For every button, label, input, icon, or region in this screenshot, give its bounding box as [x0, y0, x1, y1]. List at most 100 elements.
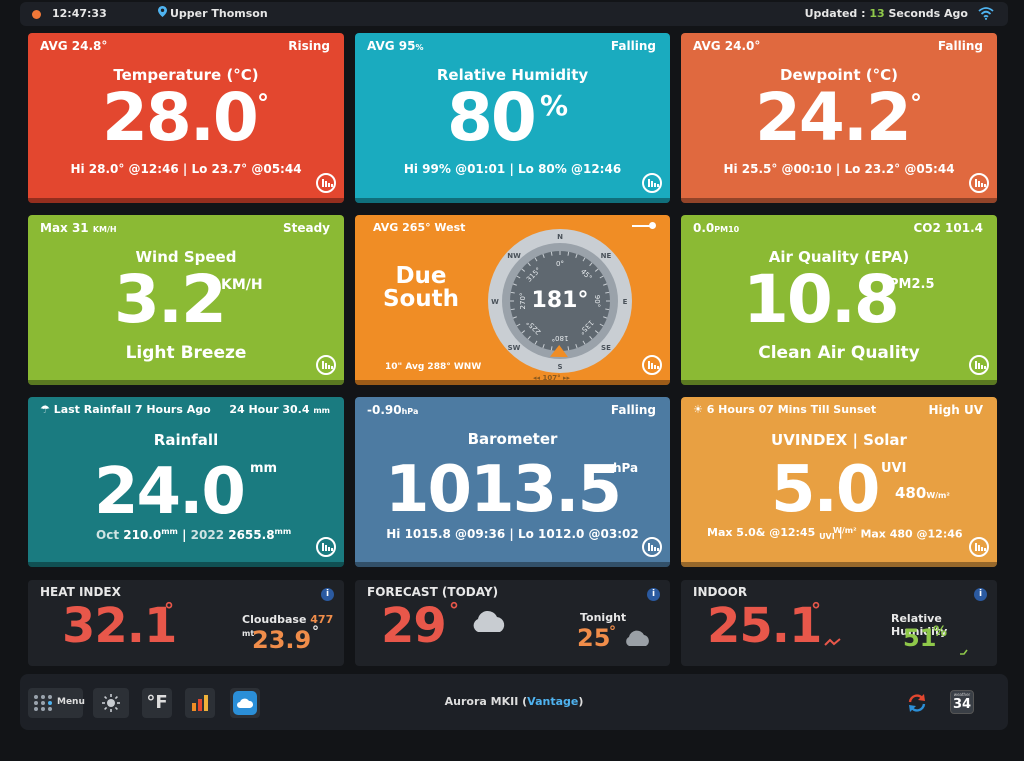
chart-icon[interactable]: [316, 537, 336, 557]
indoor-title: INDOOR: [693, 585, 748, 599]
wind-value: 3.2: [114, 261, 227, 338]
compass-tick: [605, 291, 610, 294]
chart-icon[interactable]: [969, 173, 989, 193]
wind-card[interactable]: Max 31 KM/H Steady Wind Speed 3.2 KM/H L…: [28, 215, 344, 385]
indoor-unit: °: [811, 598, 821, 622]
updated-suffix: Seconds Ago: [884, 7, 969, 20]
barometer-value: 1013.5: [385, 453, 622, 527]
chart-icon[interactable]: [642, 537, 662, 557]
air-quality-card[interactable]: 0.0PM10 CO2 101.4 Air Quality (EPA) 10.8…: [681, 215, 997, 385]
updated-seconds: 13: [869, 7, 885, 20]
chart-icon[interactable]: [642, 355, 662, 375]
chart-icon[interactable]: [642, 173, 662, 193]
forecast-title: FORECAST (TODAY): [367, 585, 499, 599]
wind-unit: KM/H: [221, 277, 263, 293]
updated-prefix: Updated :: [804, 7, 870, 20]
temperature-card[interactable]: AVG 24.8° Rising Temperature (°C) 28.0 °…: [28, 33, 344, 203]
station-model[interactable]: Vantage: [527, 695, 578, 708]
slider-knob[interactable]: [649, 222, 656, 229]
compass-tick: [567, 251, 570, 256]
temperature-hilo: Hi 28.0° @12:46 | Lo 23.7° @05:44: [70, 162, 302, 176]
location-name[interactable]: Upper Thomson: [170, 7, 268, 20]
pm10-value: 0.0: [693, 221, 715, 235]
wind-max: Max 31 KM/H: [40, 221, 117, 235]
indoor-humidity-value: 51: [903, 624, 937, 652]
heat-index-unit: °: [164, 598, 174, 622]
compass-tick: [510, 291, 515, 294]
humidity-hilo: Hi 99% @01:01 | Lo 80% @12:46: [403, 162, 622, 176]
uv-max: Max 5.0& @12:45 UVI |: [707, 526, 843, 542]
barometer-change: -0.90hPa: [367, 403, 418, 417]
heat-index-value: 32.1: [62, 598, 177, 654]
barometer-change-value: -0.90: [367, 403, 402, 417]
heat-index-title: HEAT INDEX: [40, 585, 121, 599]
air-quality-description: Clean Air Quality: [758, 343, 920, 363]
compass-tick: [605, 308, 610, 311]
compass-dial: NNEESESSWWNW0°45°90°135°180°225°270°315°…: [488, 229, 632, 373]
compass-cardinal-nw: NW: [507, 252, 521, 260]
indoor-card[interactable]: INDOOR i 25.1 ° Relative Humidity 51 %: [681, 580, 997, 666]
station-label: Aurora MKII (: [444, 695, 528, 708]
temperature-avg: AVG 24.8°: [40, 39, 108, 53]
wind-direction-card[interactable]: AVG 265° West Due South N NE E SE S SW W NW 0° 45…: [355, 215, 670, 385]
wind-gust-range: ◂◂ 107° ▸▸: [533, 374, 571, 382]
rainfall-month-label: Oct: [96, 528, 120, 542]
feels-like-value: 23.9: [252, 626, 312, 654]
refresh-icon[interactable]: [906, 692, 928, 718]
chart-icon[interactable]: [969, 355, 989, 375]
compass-tick: [567, 346, 570, 351]
wind-direction-text: Due South: [375, 265, 467, 311]
solar-max-text: Max 480 @12:46: [860, 527, 963, 541]
status-dot: [32, 10, 41, 19]
direction-line-1: Due: [395, 263, 447, 289]
tonight-temp: 25: [577, 624, 611, 652]
chart-icon[interactable]: [316, 173, 336, 193]
pm10: 0.0PM10: [693, 221, 739, 235]
info-icon[interactable]: i: [647, 588, 660, 601]
compass-cardinal-n: N: [557, 233, 563, 241]
barometer-card[interactable]: -0.90hPa Falling Barometer 1013.5 hPa Hi…: [355, 397, 670, 567]
direction-line-2: South: [382, 286, 460, 312]
rainfall-card[interactable]: ☂ Last Rainfall 7 Hours Ago 24 Hour 30.4…: [28, 397, 344, 567]
uv-value: 5.0: [771, 453, 880, 527]
compass-tick: [550, 346, 553, 351]
rainfall-month-unit: mm: [161, 527, 178, 536]
wind-max-value: Max 31: [40, 221, 89, 235]
rainfall-unit: mm: [250, 461, 278, 476]
wind-direction-avg: AVG 265° West: [373, 221, 466, 234]
barometer-hilo: Hi 1015.8 @09:36 | Lo 1012.0 @03:02: [386, 527, 639, 541]
weather34-badge[interactable]: weather 34: [950, 690, 974, 714]
dewpoint-trend: Falling: [937, 39, 983, 53]
chart-icon[interactable]: [969, 537, 989, 557]
forecast-card[interactable]: FORECAST (TODAY) i 29 ° Tonight 25 °: [355, 580, 670, 666]
compass-cardinal-se: SE: [601, 344, 611, 352]
humidity-avg-unit: %: [415, 43, 424, 52]
compass-cardinal-ne: NE: [601, 252, 612, 260]
umbrella-icon: ☂: [40, 403, 54, 416]
heat-index-card[interactable]: HEAT INDEX i 32.1 ° Cloudbase 477 mt 23.…: [28, 580, 344, 666]
info-icon[interactable]: i: [974, 588, 987, 601]
cloudbase-label: Cloudbase: [242, 613, 307, 626]
humidity-trend: Falling: [610, 39, 656, 53]
compass-cardinal-s: S: [557, 363, 562, 371]
temperature-value: 28.0: [102, 79, 259, 156]
humidity-avg: AVG 95%: [367, 39, 424, 53]
info-icon[interactable]: i: [321, 588, 334, 601]
air-quality-unit: PM2.5: [889, 277, 935, 292]
humidity-card[interactable]: AVG 95% Falling Relative Humidity 80 % H…: [355, 33, 670, 203]
location-pin-icon: [158, 6, 167, 20]
compass-cardinal-sw: SW: [508, 344, 521, 352]
bottom-toolbar: Menu °F Aurora MKII (Vantage) weather 34: [20, 674, 1008, 730]
trend-steady-icon: [959, 641, 969, 660]
chart-icon[interactable]: [316, 355, 336, 375]
humidity-unit: %: [540, 89, 569, 122]
sun-icon: ☀: [693, 403, 707, 416]
barometer-trend: Falling: [610, 403, 656, 417]
sunset-countdown: ☀ 6 Hours 07 Mins Till Sunset: [693, 403, 876, 416]
dewpoint-card[interactable]: AVG 24.0° Falling Dewpoint (°C) 24.2 ° H…: [681, 33, 997, 203]
uv-card[interactable]: ☀ 6 Hours 07 Mins Till Sunset High UV UV…: [681, 397, 997, 567]
rainfall-24h-unit: mm: [313, 406, 330, 415]
compass-tick: [550, 251, 553, 256]
indoor-humidity-unit: %: [933, 624, 948, 640]
station-name: Aurora MKII (Vantage): [20, 695, 1008, 708]
